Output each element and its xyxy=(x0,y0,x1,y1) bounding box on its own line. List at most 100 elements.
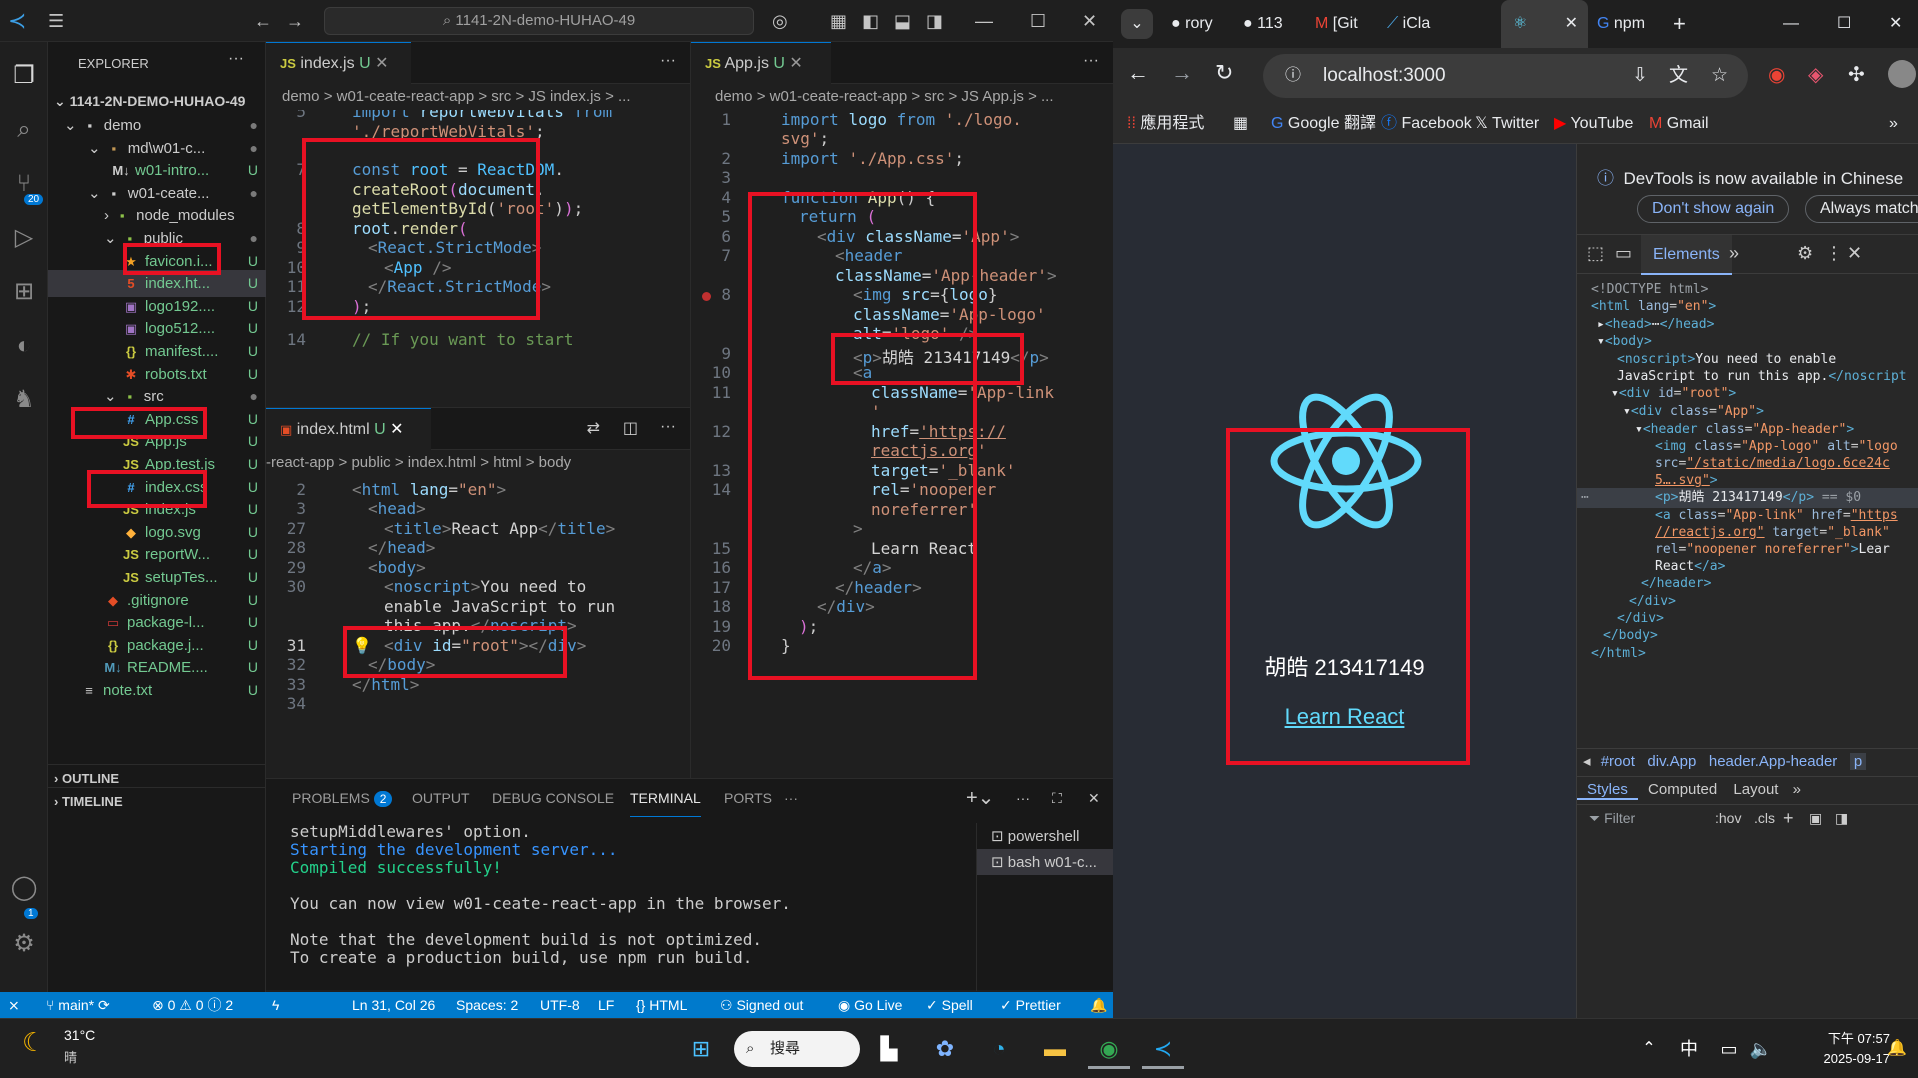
toggle-sidebar-icon[interactable]: ◧ xyxy=(862,0,879,42)
more-actions-icon[interactable]: ··· xyxy=(660,52,676,70)
extension-custom-icon[interactable]: ♞ xyxy=(0,376,48,424)
extension-icon[interactable]: ◈ xyxy=(1808,62,1823,87)
tab-styles[interactable]: Styles xyxy=(1577,781,1638,800)
tree-item[interactable]: ≡ note.txt U xyxy=(48,677,266,704)
extensions-puzzle-icon[interactable]: ✣ xyxy=(1848,62,1865,87)
language-mode[interactable]: {} HTML xyxy=(636,992,687,1018)
dont-show-again-button[interactable]: Don't show again xyxy=(1637,195,1790,223)
file-explorer-icon[interactable]: ▬ xyxy=(1034,1029,1076,1069)
minimize-icon[interactable]: — xyxy=(975,0,993,42)
new-terminal-icon[interactable]: +⌄ xyxy=(966,779,994,817)
tab-debug-console[interactable]: DEBUG CONSOLE xyxy=(492,779,614,817)
tab-terminal[interactable]: TERMINAL xyxy=(630,779,701,817)
problems-indicator[interactable]: ⊗ 0 ⚠ 0 ⓘ 2 xyxy=(152,992,233,1018)
spell-button[interactable]: ✓ Spell xyxy=(926,992,973,1018)
chrome-tab[interactable]: G npm xyxy=(1597,6,1659,42)
dom-tree[interactable]: <!DOCTYPE html> <html lang="en"> ▸<head>… xyxy=(1577,280,1918,760)
new-tab-button[interactable]: + xyxy=(1673,6,1686,42)
translate-icon[interactable]: 文 xyxy=(1669,54,1688,98)
tab-output[interactable]: OUTPUT xyxy=(412,779,470,817)
start-icon[interactable]: ⊞ xyxy=(680,1029,722,1069)
reload-icon[interactable]: ↻ xyxy=(1215,60,1233,86)
more-actions-icon[interactable]: ··· xyxy=(228,50,244,68)
timeline-section[interactable]: › TIMELINE xyxy=(48,787,266,814)
line-ending[interactable]: LF xyxy=(598,992,614,1018)
more-actions-icon[interactable]: ··· xyxy=(660,418,676,436)
task-view-icon[interactable]: ▙ xyxy=(868,1029,910,1069)
run-debug-icon[interactable]: ▷ xyxy=(0,214,48,262)
breadcrumb[interactable]: demo > w01-ceate-react-app > src > JS in… xyxy=(266,84,690,110)
chrome-tab[interactable]: M [Git xyxy=(1315,6,1377,42)
ime-indicator[interactable]: 中 xyxy=(1668,1029,1710,1069)
chrome-tab[interactable]: ● 113 xyxy=(1243,6,1305,42)
bookmark-google-translate[interactable]: G Google 翻譯 xyxy=(1271,106,1376,142)
taskbar-search[interactable]: ⌕ 搜尋 xyxy=(734,1031,860,1067)
breadcrumb[interactable]: -react-app > public > index.html > html … xyxy=(266,450,690,476)
terminal-item-bash[interactable]: ⊡ bash w01-c... xyxy=(977,849,1113,875)
close-tab-icon[interactable]: ✕ xyxy=(1565,0,1578,48)
tab-app-js[interactable]: JS App.js U ✕ xyxy=(691,42,831,84)
menu-icon[interactable]: ☰ xyxy=(48,0,64,42)
terminal-item-powershell[interactable]: ⊡ powershell xyxy=(977,823,1113,849)
crumb-item[interactable]: div.App xyxy=(1647,753,1696,770)
profile-avatar[interactable] xyxy=(1888,60,1916,88)
volume-icon[interactable]: 🔈 xyxy=(1740,1029,1782,1069)
remote-icon[interactable]: ⨯ xyxy=(8,992,20,1018)
breakpoint-dot[interactable] xyxy=(702,292,711,301)
bookmark-youtube[interactable]: ▶ YouTube xyxy=(1554,106,1633,142)
more-actions-icon[interactable]: ··· xyxy=(1016,779,1030,817)
bookmarks-overflow-icon[interactable]: » xyxy=(1889,106,1898,142)
settings-gear-icon[interactable]: ⚙ xyxy=(0,920,48,968)
crumb-item[interactable]: p xyxy=(1849,753,1867,770)
search-icon[interactable]: ⌕ xyxy=(0,106,48,154)
device-toggle-icon[interactable]: ▭ xyxy=(1615,243,1632,264)
scroll-left-icon[interactable]: ◂ xyxy=(1577,753,1597,770)
extensions-icon[interactable]: ⊞ xyxy=(0,268,48,316)
code-area[interactable]: import logo from './logo. svg'; import '… xyxy=(691,110,1113,778)
close-icon[interactable]: ✕ xyxy=(1082,0,1097,42)
cursor-position[interactable]: Ln 31, Col 26 xyxy=(352,992,435,1018)
more-options-icon[interactable]: ⋮ xyxy=(1825,243,1843,264)
forward-icon[interactable]: → xyxy=(1171,60,1193,86)
site-info-icon[interactable]: ⓘ xyxy=(1285,54,1301,98)
minimize-icon[interactable]: — xyxy=(1783,6,1799,42)
close-icon[interactable]: ✕ xyxy=(1889,6,1902,42)
editor-index-html[interactable]: ▣ index.html U ✕ ⇄ ◫ ··· -react-app > pu… xyxy=(266,407,691,778)
install-icon[interactable]: ⇩ xyxy=(1632,54,1648,98)
maximize-icon[interactable]: ☐ xyxy=(1837,6,1851,42)
add-rule-icon[interactable]: + xyxy=(1783,805,1794,831)
sidebar-toggle-icon[interactable]: ◨ xyxy=(1835,805,1848,831)
weather-temp[interactable]: 31°C xyxy=(64,1027,95,1043)
more-actions-icon[interactable]: ··· xyxy=(784,779,798,817)
account-status[interactable]: ⚇ Signed out xyxy=(720,992,803,1018)
inspect-icon[interactable]: ⬚ xyxy=(1587,243,1604,264)
toggle-secondary-icon[interactable]: ◨ xyxy=(926,0,943,42)
split-editor-icon[interactable]: ◫ xyxy=(623,418,638,438)
hov-button[interactable]: :hov xyxy=(1715,805,1741,831)
address-bar[interactable]: ⓘ localhost:3000 ⇩ 文 ☆ xyxy=(1263,54,1748,98)
tab-problems[interactable]: PROBLEMS 2 xyxy=(292,779,393,817)
bookmark-apps[interactable]: ⁞⁞ 應用程式 xyxy=(1127,106,1204,142)
clock[interactable]: 下午 07:57 2025-09-17 xyxy=(1790,1029,1891,1069)
tab-layout[interactable]: Layout xyxy=(1727,781,1784,798)
editor-app-js[interactable]: JS App.js U ✕ ··· demo > w01-ceate-react… xyxy=(691,42,1113,778)
explorer-icon[interactable]: ❐ xyxy=(0,52,48,100)
notifications-bell-icon[interactable]: 🔔 xyxy=(1876,1029,1918,1069)
tab-elements[interactable]: Elements xyxy=(1641,235,1732,275)
chrome-tab[interactable]: ⟋ iCla xyxy=(1387,6,1449,42)
chrome-tab[interactable]: ● rory xyxy=(1171,6,1233,42)
more-tabs-icon[interactable]: » xyxy=(1729,243,1739,264)
settings-gear-icon[interactable]: ⚙ xyxy=(1797,243,1813,264)
chrome-icon[interactable]: ◉ xyxy=(1088,1029,1130,1069)
layout-icon[interactable]: ▦ xyxy=(830,0,847,42)
element-state-icon[interactable]: ▣ xyxy=(1809,805,1822,831)
tab-index-js[interactable]: JS index.js U ✕ xyxy=(266,42,411,84)
back-arrow-icon[interactable]: ← xyxy=(254,0,272,42)
always-match-button[interactable]: Always match C xyxy=(1805,195,1918,223)
close-tab-icon[interactable]: ✕ xyxy=(375,55,388,72)
code-area[interactable]: import reportWebVitals from './reportWeb… xyxy=(266,110,691,407)
vscode-icon[interactable]: ≺ xyxy=(1142,1029,1184,1069)
weather-icon[interactable]: ☾ xyxy=(22,1027,45,1058)
lightning-icon[interactable]: ϟ xyxy=(272,992,279,1018)
close-devtools-icon[interactable]: ✕ xyxy=(1847,243,1862,264)
